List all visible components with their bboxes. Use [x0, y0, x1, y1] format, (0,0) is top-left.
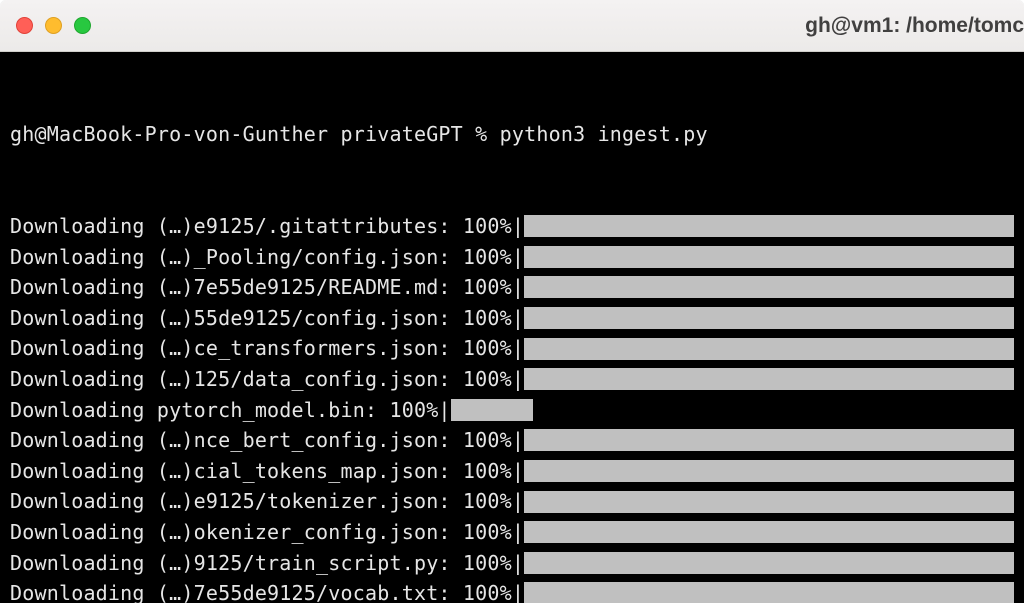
traffic-lights	[16, 17, 91, 34]
download-text: Downloading pytorch_model.bin: 100%|	[10, 395, 451, 426]
download-text: Downloading (…)55de9125/config.json: 100…	[10, 303, 524, 334]
download-text: Downloading (…)e9125/tokenizer.json: 100…	[10, 486, 524, 517]
progress-bar-fill	[524, 215, 1014, 237]
download-line: Downloading (…)e9125/.gitattributes: 100…	[10, 211, 1014, 242]
download-text: Downloading (…)7e55de9125/vocab.txt: 100…	[10, 578, 524, 603]
download-line: Downloading (…)ce_transformers.json: 100…	[10, 333, 1014, 364]
download-line: Downloading (…)55de9125/config.json: 100…	[10, 303, 1014, 334]
maximize-button[interactable]	[74, 17, 91, 34]
download-line: Downloading (…)_Pooling/config.json: 100…	[10, 242, 1014, 273]
progress-bar-fill	[524, 552, 1014, 574]
prompt-text: gh@MacBook-Pro-von-Gunther privateGPT % …	[10, 119, 708, 150]
download-line: Downloading (…)7e55de9125/README.md: 100…	[10, 272, 1014, 303]
progress-bar-fill	[524, 582, 1014, 603]
minimize-button[interactable]	[45, 17, 62, 34]
progress-bar-fill	[451, 399, 533, 421]
download-text: Downloading (…)nce_bert_config.json: 100…	[10, 425, 524, 456]
download-line: Downloading (…)nce_bert_config.json: 100…	[10, 425, 1014, 456]
download-text: Downloading (…)okenizer_config.json: 100…	[10, 517, 524, 548]
download-line: Downloading pytorch_model.bin: 100%|	[10, 395, 1014, 426]
progress-bar-fill	[524, 276, 1014, 298]
download-text: Downloading (…)9125/train_script.py: 100…	[10, 548, 524, 579]
download-text: Downloading (…)cial_tokens_map.json: 100…	[10, 456, 524, 487]
progress-bar-fill	[524, 429, 1014, 451]
window-title: gh@vm1: /home/tomc	[805, 14, 1024, 38]
progress-bar-fill	[524, 307, 1014, 329]
progress-bar-fill	[524, 368, 1014, 390]
close-button[interactable]	[16, 17, 33, 34]
download-line: Downloading (…)okenizer_config.json: 100…	[10, 517, 1014, 548]
download-text: Downloading (…)ce_transformers.json: 100…	[10, 333, 524, 364]
download-text: Downloading (…)_Pooling/config.json: 100…	[10, 242, 524, 273]
download-text: Downloading (…)7e55de9125/README.md: 100…	[10, 272, 524, 303]
download-text: Downloading (…)125/data_config.json: 100…	[10, 364, 524, 395]
window-titlebar[interactable]: gh@vm1: /home/tomc	[0, 0, 1024, 52]
download-line: Downloading (…)125/data_config.json: 100…	[10, 364, 1014, 395]
download-line: Downloading (…)e9125/tokenizer.json: 100…	[10, 486, 1014, 517]
download-line: Downloading (…)cial_tokens_map.json: 100…	[10, 456, 1014, 487]
terminal-body[interactable]: gh@MacBook-Pro-von-Gunther privateGPT % …	[0, 52, 1024, 603]
download-line: Downloading (…)9125/train_script.py: 100…	[10, 548, 1014, 579]
progress-bar-fill	[524, 246, 1014, 268]
prompt-line: gh@MacBook-Pro-von-Gunther privateGPT % …	[10, 119, 1014, 150]
progress-bar-fill	[524, 460, 1014, 482]
terminal-window: gh@vm1: /home/tomc gh@MacBook-Pro-von-Gu…	[0, 0, 1024, 603]
download-text: Downloading (…)e9125/.gitattributes: 100…	[10, 211, 524, 242]
progress-bar-fill	[524, 338, 1014, 360]
progress-bar-fill	[524, 521, 1014, 543]
download-line: Downloading (…)7e55de9125/vocab.txt: 100…	[10, 578, 1014, 603]
progress-bar-fill	[524, 491, 1014, 513]
